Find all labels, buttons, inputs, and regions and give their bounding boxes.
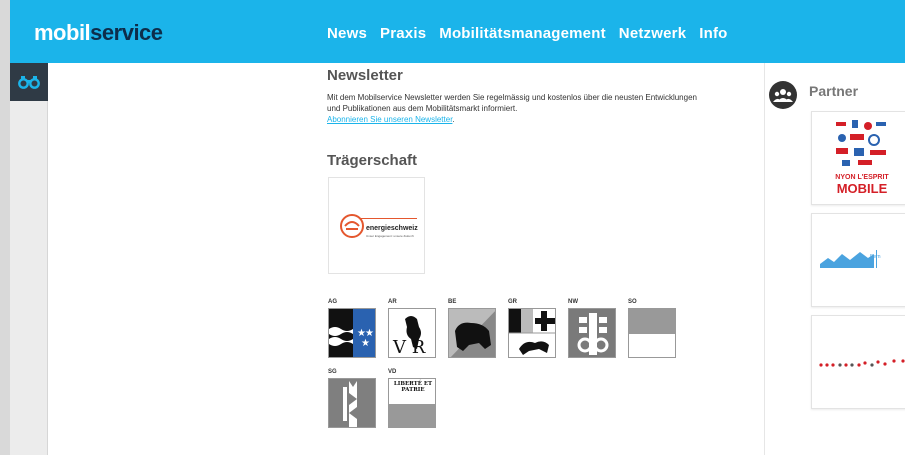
partner-heading: Partner (809, 83, 859, 99)
canton-be[interactable]: BE (448, 299, 498, 358)
canton-so[interactable]: SO (628, 299, 678, 358)
logo-part-mobil: mobil (34, 20, 91, 45)
flag-so-icon (629, 309, 675, 357)
flag-vd-motto: LIBERTÉ ET PATRIE (393, 381, 433, 393)
partner-sidebar: Partner NYON L'ESPRIT MOBILE Bern (764, 63, 905, 455)
svg-text:★: ★ (361, 338, 370, 349)
canton-gr[interactable]: GR (508, 299, 558, 358)
energieschweiz-logo-card[interactable]: energieschweiz Unser Engagement: unsere … (328, 177, 425, 274)
canton-code-ar: AR (388, 299, 397, 305)
flag-vd: LIBERTÉ ET PATRIE (388, 378, 436, 428)
partner-group-icon (769, 81, 797, 109)
browser-page: mobilservice News Praxis Mobilitätsmanag… (10, 0, 905, 455)
energieschweiz-line (361, 218, 417, 219)
canton-code-vd: VD (388, 369, 397, 375)
flag-sg-icon (329, 379, 375, 427)
binoculars-button[interactable] (10, 63, 48, 101)
nav-mobilitaetsmanagement[interactable]: Mobilitätsmanagement (439, 25, 606, 42)
nyon-text-line2: MOBILE (836, 181, 888, 196)
flag-ag: ★ ★ ★ (328, 308, 376, 358)
canton-code-ag: AG (328, 299, 337, 305)
canton-ag[interactable]: AG ★ ★ ★ (328, 299, 378, 358)
canton-ar[interactable]: AR V R (388, 299, 438, 358)
traegerschaft-heading: Trägerschaft (327, 152, 418, 169)
flag-nw-icon (569, 309, 615, 357)
flag-ar-icon: V R (389, 309, 435, 358)
canton-sg[interactable]: SG (328, 369, 378, 428)
nav-praxis[interactable]: Praxis (380, 25, 426, 42)
energieschweiz-tagline: Unser Engagement: unsere Zukunft (366, 234, 414, 238)
partner-card-dots[interactable] (811, 315, 905, 409)
newsletter-text: Mit dem Mobilservice Newsletter werden S… (327, 93, 697, 113)
energieschweiz-logo: energieschweiz Unser Engagement: unsere … (339, 208, 418, 248)
top-navigation-bar: mobilservice News Praxis Mobilitätsmanag… (10, 0, 905, 63)
flag-ag-icon: ★ ★ ★ (329, 309, 375, 357)
site-logo[interactable]: mobilservice (34, 20, 163, 46)
flag-ar-letters: V R (392, 337, 426, 358)
flag-ar: V R (388, 308, 436, 358)
canton-code-be: BE (448, 299, 457, 305)
flag-gr-icon (509, 309, 555, 357)
nav-news[interactable]: News (327, 25, 367, 42)
logo-part-service: service (90, 20, 163, 45)
bern-text: Bern (870, 254, 881, 260)
flag-gr (508, 308, 556, 358)
canton-code-gr: GR (508, 299, 517, 305)
nav-netzwerk[interactable]: Netzwerk (619, 25, 686, 42)
partner-card-bern[interactable]: Bern (811, 213, 905, 307)
left-rail (10, 63, 48, 455)
canton-vd[interactable]: VD LIBERTÉ ET PATRIE (388, 369, 438, 428)
flag-be (448, 308, 496, 358)
nav-info[interactable]: Info (699, 25, 727, 42)
newsletter-description: Mit dem Mobilservice Newsletter werden S… (327, 92, 707, 125)
newsletter-link-suffix: . (452, 115, 455, 124)
newsletter-subscribe-link[interactable]: Abonnieren Sie unseren Newsletter (327, 115, 452, 124)
energieschweiz-swirl-icon (340, 214, 364, 238)
energieschweiz-name: energieschweiz (366, 225, 418, 232)
flag-vd-bottom (389, 404, 435, 427)
bern-logo (820, 250, 877, 268)
flag-so (628, 308, 676, 358)
canton-code-sg: SG (328, 369, 337, 375)
partner-card-nyon[interactable]: NYON L'ESPRIT MOBILE (811, 111, 905, 205)
flag-nw (568, 308, 616, 358)
newsletter-heading: Newsletter (327, 67, 403, 84)
canton-code-nw: NW (568, 299, 578, 305)
binoculars-icon (18, 76, 40, 89)
flag-be-icon (449, 309, 495, 357)
people-icon (773, 89, 793, 102)
partner-dots-logo (819, 359, 905, 367)
canton-nw[interactable]: NW (568, 299, 618, 358)
canton-code-so: SO (628, 299, 637, 305)
main-nav: News Praxis Mobilitätsmanagement Netzwer… (327, 25, 728, 42)
flag-sg (328, 378, 376, 428)
